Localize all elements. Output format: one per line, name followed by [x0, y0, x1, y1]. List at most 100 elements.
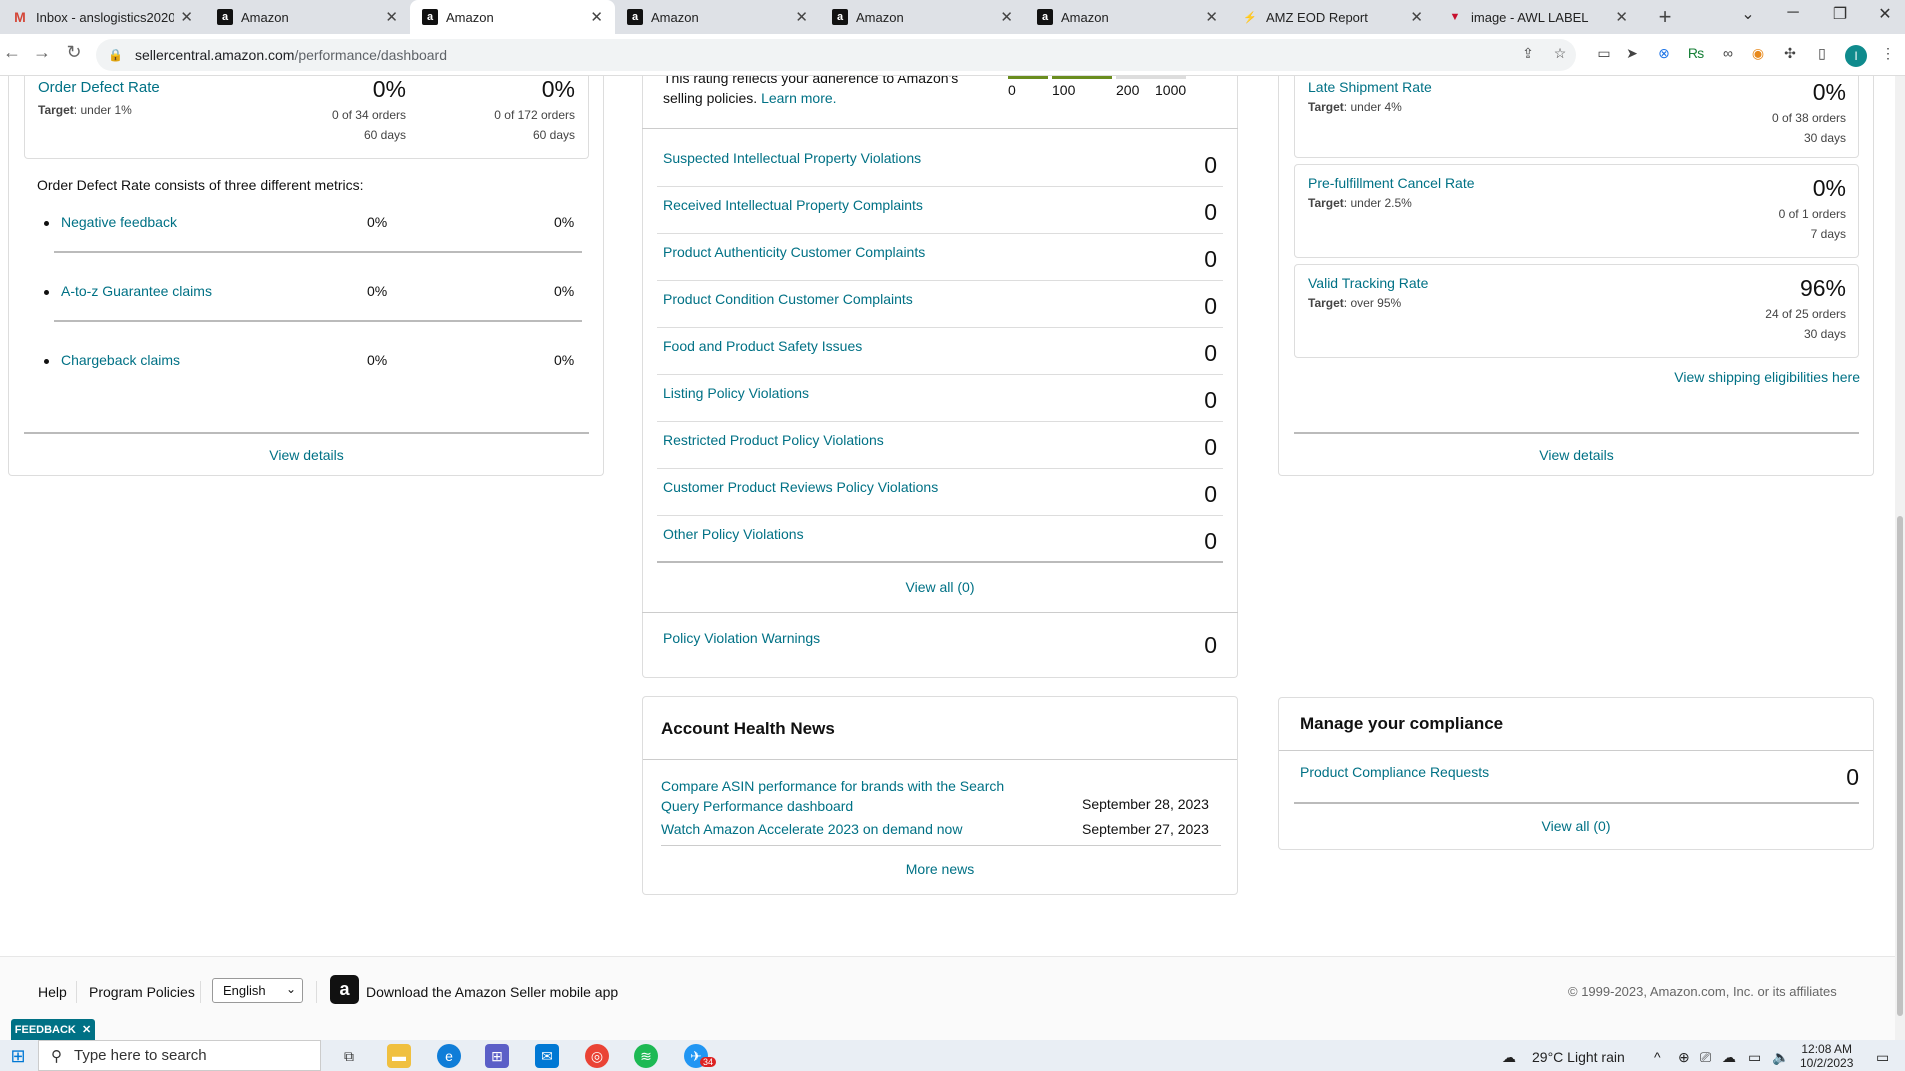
language-value: English	[223, 983, 266, 998]
tab-amazon-3[interactable]: a Amazon ✕	[615, 0, 820, 34]
tab-eod-report[interactable]: ⚡ AMZ EOD Report ✕	[1230, 0, 1435, 34]
tab-gmail[interactable]: M Inbox - anslogistics2020@ ✕	[0, 0, 205, 34]
scrollbar-thumb[interactable]	[1897, 516, 1903, 1016]
restore-icon[interactable]: ❐	[1825, 4, 1855, 24]
help-link[interactable]: Help	[38, 984, 67, 1000]
extensions-puzzle-icon[interactable]: ✣	[1780, 45, 1800, 62]
compliance-requests-link[interactable]: Product Compliance Requests	[1300, 764, 1489, 780]
extension-circle-icon[interactable]: ◉	[1748, 45, 1768, 62]
store-icon[interactable]: ⊞	[485, 1044, 509, 1068]
tab-amazon-5[interactable]: a Amazon ✕	[1025, 0, 1230, 34]
forward-arrow-icon[interactable]: →	[30, 42, 54, 63]
reload-icon[interactable]: ↻	[62, 42, 86, 63]
language-icon[interactable]: ⊕	[1678, 1049, 1690, 1066]
authenticity-complaints-link[interactable]: Product Authenticity Customer Complaints	[663, 244, 925, 260]
food-safety-link[interactable]: Food and Product Safety Issues	[663, 338, 862, 354]
negative-feedback-link[interactable]: Negative feedback	[61, 214, 177, 230]
view-details-link[interactable]: View details	[24, 447, 589, 463]
shipping-eligibilities-link[interactable]: View shipping eligibilities here	[1560, 369, 1860, 385]
url-bar[interactable]: 🔒 sellercentral.amazon.com/performance/d…	[96, 39, 1576, 71]
language-select[interactable]: English ⌄	[212, 978, 303, 1003]
close-icon[interactable]: ✕	[590, 8, 603, 26]
page-scrollbar[interactable]	[1895, 76, 1905, 1040]
notifications-icon[interactable]: ▭	[1876, 1049, 1889, 1066]
close-icon[interactable]: ✕	[1615, 8, 1628, 26]
other-violations-link[interactable]: Other Policy Violations	[663, 526, 804, 542]
compliance-count: 0	[1846, 764, 1859, 790]
back-arrow-icon[interactable]: ←	[0, 42, 24, 63]
extension-off-icon[interactable]: ▭	[1594, 45, 1614, 62]
chargeback-claims-link[interactable]: Chargeback claims	[61, 352, 180, 368]
condition-complaints-link[interactable]: Product Condition Customer Complaints	[663, 291, 913, 307]
tab-amazon-active[interactable]: a Amazon ✕	[410, 0, 615, 34]
period: 30 days	[1803, 327, 1846, 341]
system-clock[interactable]: 12:08 AM 10/2/2023	[1800, 1042, 1853, 1070]
news-item-link[interactable]: Compare ASIN performance for brands with…	[661, 776, 1004, 816]
more-news-link[interactable]: More news	[643, 861, 1237, 877]
close-icon[interactable]: ✕	[1410, 8, 1423, 26]
close-icon[interactable]: ✕	[180, 8, 193, 26]
task-view-icon[interactable]: ⧉	[337, 1044, 361, 1068]
policy-warnings-link[interactable]: Policy Violation Warnings	[663, 630, 820, 646]
edge-icon[interactable]: e	[437, 1044, 461, 1068]
taskbar-search-input[interactable]: ⚲ Type here to search	[38, 1040, 321, 1071]
order-defect-rate-link[interactable]: Order Defect Rate	[38, 79, 160, 96]
close-icon[interactable]: ✕	[1205, 8, 1218, 26]
spotify-icon[interactable]: ≋	[634, 1044, 658, 1068]
view-all-violations-link[interactable]: View all (0)	[642, 579, 1238, 595]
reviews-policy-link[interactable]: Customer Product Reviews Policy Violatio…	[663, 479, 938, 495]
valid-tracking-link[interactable]: Valid Tracking Rate	[1308, 275, 1428, 291]
weather-text[interactable]: 29°C Light rain	[1532, 1049, 1625, 1065]
extension-link-icon[interactable]: ∞	[1718, 45, 1738, 61]
extension-arrow-icon[interactable]: ➤	[1622, 45, 1642, 62]
network-icon[interactable]: ▭	[1748, 1049, 1761, 1066]
windows-start-icon[interactable]: ⊞	[6, 1044, 30, 1068]
profile-avatar[interactable]: I	[1845, 45, 1867, 67]
window-close-icon[interactable]: ✕	[1870, 4, 1900, 24]
weather-icon[interactable]: ☁	[1502, 1049, 1516, 1066]
news-item-link[interactable]: Watch Amazon Accelerate 2023 on demand n…	[661, 821, 962, 837]
learn-more-link[interactable]: Learn more.	[761, 90, 836, 106]
listing-policy-link[interactable]: Listing Policy Violations	[663, 385, 809, 401]
extension-rs-icon[interactable]: ₨	[1686, 45, 1706, 61]
violation-count: 0	[1204, 434, 1217, 460]
close-icon[interactable]: ✕	[385, 8, 398, 26]
divider	[24, 432, 589, 434]
file-explorer-icon[interactable]: ▬	[387, 1044, 411, 1068]
tab-image-label[interactable]: ▼ image - AWL LABEL ✕	[1435, 0, 1640, 34]
program-policies-link[interactable]: Program Policies	[89, 984, 195, 1000]
feedback-button[interactable]: FEEDBACK ✕	[11, 1019, 95, 1040]
late-shipment-link[interactable]: Late Shipment Rate	[1308, 79, 1432, 95]
menu-kebab-icon[interactable]: ⋮	[1878, 45, 1898, 62]
share-icon[interactable]: ⇪	[1518, 45, 1538, 62]
view-details-link[interactable]: View details	[1294, 447, 1859, 463]
close-icon[interactable]: ✕	[795, 8, 808, 26]
mail-icon[interactable]: ✉	[535, 1044, 559, 1068]
minimize-icon[interactable]: ─	[1778, 4, 1808, 22]
tray-chevron-icon[interactable]: ^	[1654, 1049, 1661, 1065]
meet-icon[interactable]: ⎚	[1700, 1049, 1711, 1066]
ip-complaints-link[interactable]: Received Intellectual Property Complaint…	[663, 197, 923, 213]
download-app-link[interactable]: Download the Amazon Seller mobile app	[366, 984, 618, 1000]
metric-value: 0%	[554, 283, 575, 299]
atoz-claims-link[interactable]: A-to-z Guarantee claims	[61, 283, 212, 299]
view-all-compliance-link[interactable]: View all (0)	[1279, 818, 1873, 834]
close-icon[interactable]: ✕	[82, 1023, 91, 1036]
bookmark-star-icon[interactable]: ☆	[1550, 45, 1570, 62]
tab-amazon-4[interactable]: a Amazon ✕	[820, 0, 1025, 34]
restricted-product-link[interactable]: Restricted Product Policy Violations	[663, 432, 884, 448]
cloud-icon[interactable]: ☁	[1722, 1049, 1736, 1066]
close-icon[interactable]: ✕	[1000, 8, 1013, 26]
tab-search-chevron-icon[interactable]: ⌄	[1733, 4, 1763, 24]
amazon-app-icon[interactable]: a	[330, 975, 359, 1004]
new-tab-plus-icon[interactable]: +	[1652, 4, 1678, 30]
tab-amazon-1[interactable]: a Amazon ✕	[205, 0, 410, 34]
extension-globe-icon[interactable]: ⊗	[1654, 45, 1674, 62]
side-panel-icon[interactable]: ▯	[1812, 45, 1832, 62]
cancel-rate-link[interactable]: Pre-fulfillment Cancel Rate	[1308, 175, 1475, 191]
lock-icon: 🔒	[108, 48, 123, 62]
volume-icon[interactable]: 🔈	[1772, 1049, 1789, 1066]
chrome-icon[interactable]: ◎	[585, 1044, 609, 1068]
bullet-dot	[44, 359, 49, 364]
ip-violations-link[interactable]: Suspected Intellectual Property Violatio…	[663, 150, 921, 166]
